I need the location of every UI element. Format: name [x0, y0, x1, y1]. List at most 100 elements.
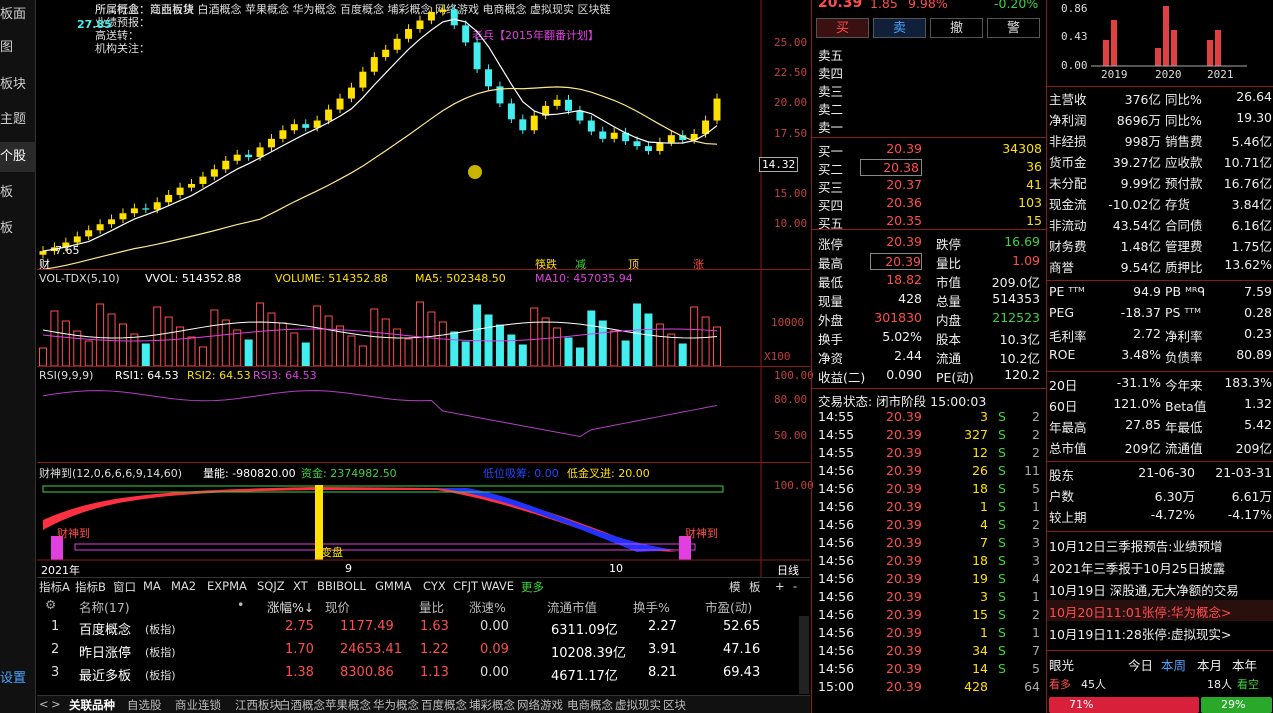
- toolbar-right-item[interactable]: -: [793, 579, 797, 593]
- toolbar-item[interactable]: 窗口: [113, 579, 136, 595]
- list-header-cell[interactable]: 名称(17): [79, 597, 130, 616]
- toolbar-right-item[interactable]: 模: [729, 579, 741, 595]
- bottom-tab[interactable]: 百度概念: [421, 697, 467, 713]
- toolbar-item[interactable]: SQJZ: [257, 579, 285, 593]
- list-header-cell[interactable]: •: [237, 597, 244, 612]
- news-item[interactable]: 10月19日 深股通,无大净额的交易: [1047, 578, 1273, 599]
- toolbar-item[interactable]: MA2: [171, 579, 196, 593]
- bottom-tab[interactable]: 自选股: [127, 697, 162, 713]
- toolbar-right-item[interactable]: +: [775, 579, 785, 593]
- candle-body: [587, 120, 595, 132]
- list-cell-lb: 1.63: [420, 619, 449, 634]
- volume-bar: [50, 310, 59, 367]
- buy-level[interactable]: 买五 20.35 15: [812, 212, 1047, 231]
- toolbar-item[interactable]: CYX: [423, 579, 446, 593]
- buy-level[interactable]: 买四 20.36 103: [812, 194, 1047, 213]
- news-item[interactable]: 2021年三季报于10月25日披露: [1047, 556, 1273, 577]
- trade-button-2[interactable]: 撤: [930, 18, 983, 38]
- bottom-tab[interactable]: 区块: [663, 697, 686, 713]
- toolbar-item[interactable]: XT: [293, 579, 308, 593]
- trade-button-3[interactable]: 警: [987, 18, 1040, 38]
- eyes-tab-week[interactable]: 本周: [1161, 655, 1186, 674]
- sector-list: 名称(17) • 涨幅%↓ 现价 量比 涨速% 流通市值 换手% 市盈(动) ⚙ 1 百度概念 (板指…: [37, 595, 810, 695]
- toolbar-item[interactable]: 指标A: [39, 579, 70, 595]
- list-cell-chg: 1.38: [285, 665, 314, 680]
- list-header-cell[interactable]: 换手%: [633, 597, 670, 616]
- bottom-tab[interactable]: 苹果概念: [325, 697, 371, 713]
- buy-level[interactable]: 买一 20.39 34308: [812, 140, 1047, 159]
- news-item[interactable]: 10月19日11:28张停:虚拟现实>: [1047, 622, 1273, 643]
- bull-count: 45人: [1081, 678, 1106, 691]
- bottom-tab[interactable]: >: [51, 697, 61, 711]
- nav-item-stock[interactable]: 个股: [0, 142, 36, 172]
- tick-price: 20.39: [886, 499, 922, 514]
- list-header-cell[interactable]: 市盈(动): [705, 597, 752, 616]
- candle-body: [108, 219, 116, 225]
- bottom-tab[interactable]: 电商概念: [567, 697, 613, 713]
- news-item[interactable]: 10月20日11:01张停:华为概念>: [1047, 600, 1273, 621]
- nav-item-board-a[interactable]: 板: [0, 178, 36, 208]
- bottom-tab[interactable]: 华为概念: [373, 697, 419, 713]
- volume-bar: [61, 320, 70, 367]
- list-header-cell[interactable]: 涨幅%↓: [267, 597, 314, 616]
- chart-area[interactable]: 所属行业：商业百货 所属概念：江西板块 白酒概念 苹果概念 华为概念 百度概念 …: [37, 0, 814, 600]
- buy-level[interactable]: 买三 20.37 41: [812, 176, 1047, 195]
- list-row[interactable]: 1 百度概念 (板指) 2.75 1177.49 1.63 0.00 6311.09亿 2.27…: [37, 616, 810, 638]
- day-line-label[interactable]: 日线: [777, 562, 799, 578]
- bear-bar[interactable]: 29%: [1201, 697, 1272, 713]
- kline-chart[interactable]: [37, 0, 810, 600]
- bottom-tab[interactable]: 商业连锁: [175, 697, 221, 713]
- trade-button-1[interactable]: 卖: [873, 18, 926, 38]
- toolbar-item[interactable]: GMMA: [375, 579, 412, 593]
- trade-button-0[interactable]: 买: [816, 18, 869, 38]
- list-row[interactable]: 3 最近多板 (板指) 1.38 8300.86 1.13 0.00 4671.17亿 8.21…: [37, 662, 810, 684]
- tick-count: 1: [1032, 589, 1040, 604]
- bottom-tab[interactable]: 网络游戏: [517, 697, 563, 713]
- eyes-tab-year[interactable]: 本年: [1232, 655, 1257, 674]
- nav-item-board-b[interactable]: 板: [0, 214, 36, 244]
- list-header-cell[interactable]: 流通市值: [547, 597, 597, 616]
- settings-gear-icon[interactable]: ⚙: [45, 597, 56, 612]
- eyes-tab-month[interactable]: 本月: [1197, 655, 1222, 674]
- candle-body: [382, 49, 390, 58]
- nav-item-chart[interactable]: 图: [0, 33, 36, 63]
- news-item[interactable]: 10月12日三季报预告:业绩预增: [1047, 534, 1273, 555]
- stat-value: 120.2: [1004, 367, 1040, 382]
- bottom-tab[interactable]: 白酒概念: [279, 697, 325, 713]
- list-cell-tag: (板指): [145, 646, 176, 659]
- bottom-tab[interactable]: 江西板块: [235, 697, 281, 713]
- toolbar-item[interactable]: 指标B: [75, 579, 106, 595]
- toolbar-item[interactable]: BBIBOLL: [317, 579, 366, 593]
- list-header-cell[interactable]: 量比: [419, 597, 444, 616]
- toolbar-item[interactable]: CFJT: [453, 579, 478, 593]
- list-header-cell[interactable]: 现价: [325, 597, 350, 616]
- buy-level[interactable]: 买二 20.38 36: [812, 158, 1047, 177]
- nav-item-panel[interactable]: 板面: [0, 0, 36, 30]
- list-header-cell[interactable]: 涨速%: [469, 597, 506, 616]
- nav-item-theme[interactable]: 主题: [0, 105, 36, 135]
- stat-row: 涨停 20.39 跌停 16.69: [812, 233, 1047, 252]
- fin-row: ROE 3.48% 负债率 80.89: [1047, 345, 1273, 366]
- toolbar-item[interactable]: EXPMA: [207, 579, 247, 593]
- toolbar-right-item[interactable]: 板: [749, 579, 761, 595]
- nav-item-sector[interactable]: 板块: [0, 70, 36, 100]
- list-row[interactable]: 2 昨日涨停 (板指) 1.70 24653.41 1.22 0.09 10208.39亿 3.…: [37, 639, 810, 661]
- volume-bar: [427, 311, 436, 367]
- fin-value: 376亿: [1124, 92, 1161, 107]
- bull-bar[interactable]: 71%: [1049, 697, 1199, 713]
- toolbar-item[interactable]: WAVE: [481, 579, 514, 593]
- stat-label: 换手: [818, 332, 844, 347]
- list-scrollbar[interactable]: [799, 616, 809, 694]
- volume-bar: [73, 330, 82, 367]
- mini-bar: [1103, 40, 1109, 66]
- toolbar-item[interactable]: MA: [143, 579, 161, 593]
- eyes-tab-today[interactable]: 今日: [1128, 655, 1153, 674]
- stat-value: 301830: [874, 310, 922, 325]
- toolbar-item[interactable]: 更多: [521, 579, 544, 595]
- bottom-tab[interactable]: 关联品种: [69, 697, 115, 713]
- bottom-tab[interactable]: <: [39, 697, 49, 711]
- nav-item-settings[interactable]: 设置: [0, 664, 36, 694]
- bottom-tab[interactable]: 埔彩概念: [469, 697, 515, 713]
- tick-list[interactable]: 14:55 20.39 3 S 2 14:55 20.39 327 S 2 14:55 20.39 12…: [812, 408, 1047, 698]
- bottom-tab[interactable]: 虚拟现实: [615, 697, 661, 713]
